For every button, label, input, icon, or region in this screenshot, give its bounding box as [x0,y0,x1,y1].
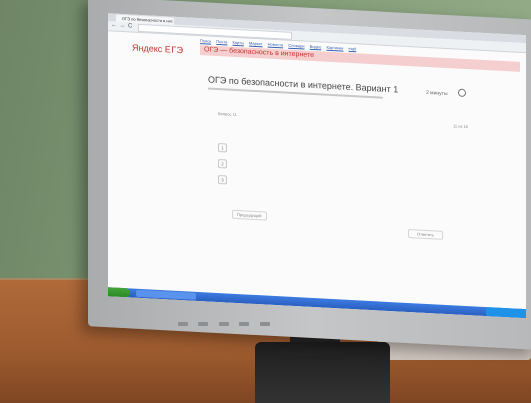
monitor-button[interactable] [218,322,229,326]
option-key: 2 [218,159,227,169]
monitor: ОГЭ по безопасности в инт... ← → C Поиск… [88,0,531,350]
monitor-button[interactable] [198,322,209,326]
monitor-buttons [178,313,298,326]
site-link-dictionaries[interactable]: Словари [288,43,304,49]
taskbar [108,287,526,319]
forward-arrow-icon[interactable]: → [119,22,125,31]
monitor-button[interactable] [259,322,270,326]
site-link-mail[interactable]: Почта [216,39,227,45]
site-link-news[interactable]: Новости [268,42,283,48]
site-link-search[interactable]: Поиск [200,38,211,44]
site-link-video[interactable]: Видео [310,44,322,50]
yandex-ege-logo[interactable]: Яндекс ЕГЭ [132,43,184,56]
option-key: 1 [218,143,227,153]
site-link-maps[interactable]: Карты [232,40,243,46]
back-arrow-icon[interactable]: ← [111,21,117,30]
monitor-stand [255,342,390,403]
monitor-screen: ОГЭ по безопасности в инт... ← → C Поиск… [108,13,526,319]
site-link-market[interactable]: Маркет [249,41,263,47]
logo-ege: ЕГЭ [164,44,184,56]
logo-yandex: Яндекс [132,42,163,55]
option-key: 3 [218,175,227,185]
start-button[interactable] [108,287,130,298]
monitor-button[interactable] [239,322,250,326]
question-count: 11 из 16 [453,123,468,130]
question-number: Вопрос 11 [218,111,237,118]
reload-icon[interactable]: C [128,22,132,31]
page-title: ОГЭ по безопасности в интернете. Вариант… [208,74,399,95]
site-link-more[interactable]: ещё [349,46,357,51]
answer-button[interactable]: Ответить [408,228,444,240]
timer-label: 2 минуты [426,89,448,98]
monitor-button[interactable] [178,322,188,326]
site-link-images[interactable]: Картинки [326,45,343,51]
taskbar-item-browser[interactable] [136,289,196,300]
system-tray [486,307,526,319]
clock-icon [458,88,466,98]
previous-button[interactable]: Предыдущий [232,209,267,221]
